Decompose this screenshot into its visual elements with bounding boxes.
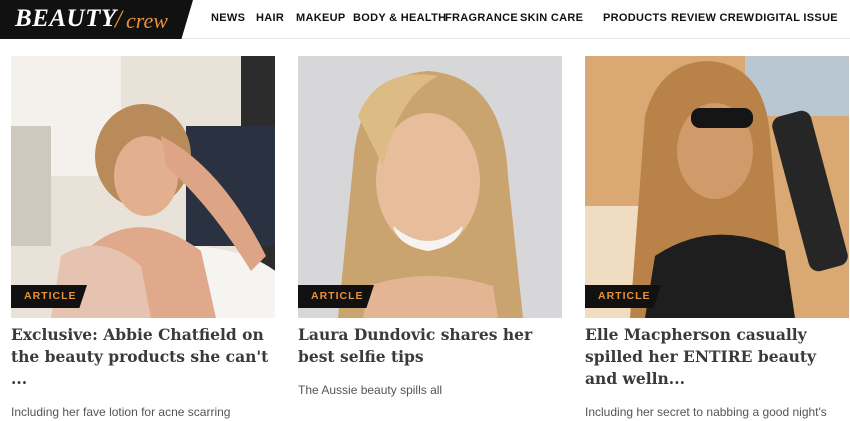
- nav-products[interactable]: PRODUCTS: [603, 12, 667, 24]
- article-image-abbie-chatfield[interactable]: ARTICLE: [11, 56, 275, 318]
- article-card[interactable]: ARTICLE Exclusive: Abbie Chatfield on th…: [11, 56, 275, 421]
- nav-hair[interactable]: HAIR: [256, 12, 284, 24]
- article-badge-label: ARTICLE: [598, 290, 651, 302]
- portrait-photo: [298, 56, 562, 318]
- article-subtitle: Including her fave lotion for acne scarr…: [11, 405, 231, 419]
- article-badge: ARTICLE: [11, 285, 87, 308]
- article-subtitle: The Aussie beauty spills all: [298, 383, 443, 397]
- logo-wordmark: BEAUTY: [15, 5, 117, 32]
- article-card[interactable]: ARTICLE Elle Macpherson casually spilled…: [585, 56, 849, 421]
- article-image-laura-dundovic[interactable]: ARTICLE: [298, 56, 562, 318]
- article-badge-label: ARTICLE: [24, 290, 77, 302]
- logo-subtitle: crew: [126, 8, 168, 33]
- article-image-elle-macpherson[interactable]: ARTICLE: [585, 56, 849, 318]
- nav-makeup[interactable]: MAKEUP: [296, 12, 345, 24]
- nav-review-crew[interactable]: REVIEW CREW: [671, 12, 754, 24]
- article-badge: ARTICLE: [298, 285, 374, 308]
- nav-skin-care[interactable]: SKIN CARE: [520, 12, 583, 24]
- nav-body-health[interactable]: BODY & HEALTH: [353, 12, 446, 24]
- nav-news[interactable]: NEWS: [211, 12, 245, 24]
- nav-fragrance[interactable]: FRAGRANCE: [445, 12, 518, 24]
- article-title[interactable]: Elle Macpherson casually spilled her ENT…: [585, 324, 849, 390]
- article-title[interactable]: Exclusive: Abbie Chatfield on the beauty…: [11, 324, 275, 390]
- beautycrew-logo[interactable]: BEAUTY / crew: [0, 0, 193, 39]
- top-navigation-bar: BEAUTY / crew NEWS HAIR MAKEUP BODY & HE…: [0, 0, 850, 39]
- article-badge-label: ARTICLE: [311, 290, 364, 302]
- article-title[interactable]: Laura Dundovic shares her best selfie ti…: [298, 324, 562, 368]
- article-badge: ARTICLE: [585, 285, 661, 308]
- logo-separator: /: [115, 6, 122, 33]
- portrait-photo: [585, 56, 849, 318]
- portrait-photo: [11, 56, 275, 318]
- nav-digital-issue[interactable]: DIGITAL ISSUE: [755, 12, 838, 24]
- article-card[interactable]: ARTICLE Laura Dundovic shares her best s…: [298, 56, 562, 399]
- article-subtitle: Including her secret to nabbing a good n…: [585, 405, 827, 419]
